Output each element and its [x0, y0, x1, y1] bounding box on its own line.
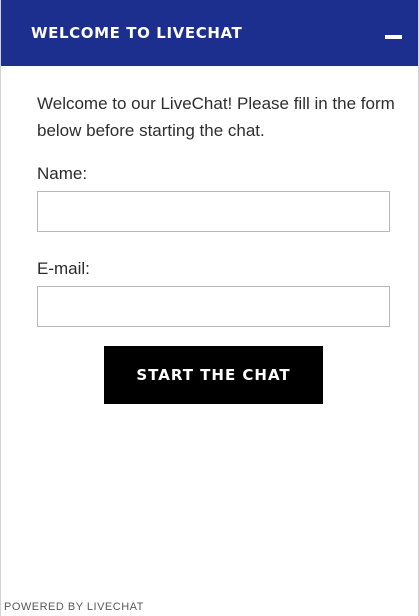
minimize-bar [384, 35, 402, 39]
chat-body: Welcome to our LiveChat! Please fill in … [1, 66, 418, 404]
email-label: E-mail: [37, 259, 90, 278]
name-field-group: Name: [37, 164, 396, 232]
start-button-wrap: START THE CHAT [37, 346, 390, 404]
livechat-widget: WELCOME TO LIVECHAT Welcome to our LiveC… [0, 0, 419, 616]
header-title: WELCOME TO LIVECHAT [31, 24, 243, 42]
minimize-icon[interactable] [380, 20, 406, 46]
email-field-group: E-mail: [37, 259, 396, 327]
powered-by-link[interactable]: POWERED BY LIVECHAT [4, 601, 144, 613]
email-input[interactable] [37, 286, 390, 327]
name-input[interactable] [37, 191, 390, 232]
chat-header: WELCOME TO LIVECHAT [1, 0, 418, 66]
name-label: Name: [37, 164, 88, 183]
start-chat-button[interactable]: START THE CHAT [104, 346, 323, 404]
intro-text: Welcome to our LiveChat! Please fill in … [37, 94, 395, 140]
